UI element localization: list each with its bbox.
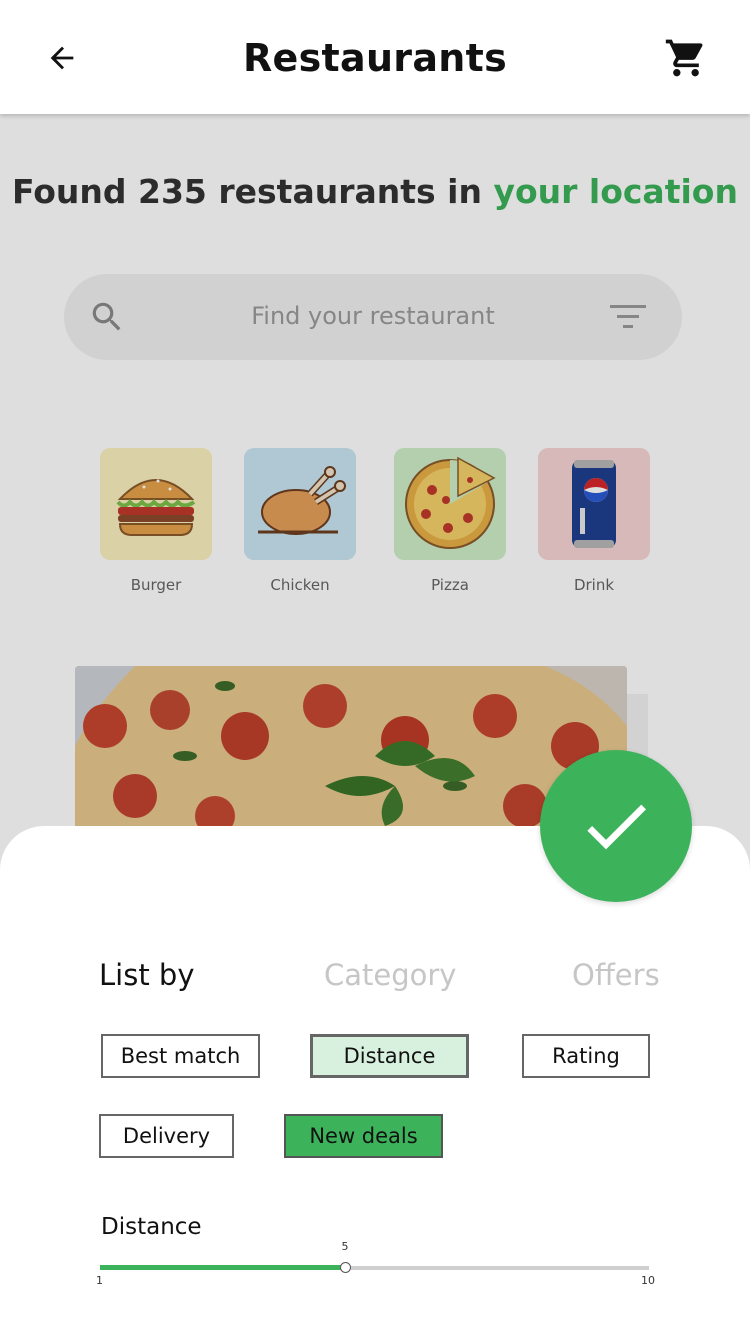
distance-label: Distance: [101, 1214, 202, 1240]
filter-bottom-sheet: List by Category Offers Best match Dista…: [0, 826, 750, 1334]
chip-distance[interactable]: Distance: [310, 1034, 469, 1078]
shopping-cart-icon: [665, 39, 703, 77]
slider-value-label: 5: [341, 1240, 349, 1253]
chip-rating[interactable]: Rating: [522, 1034, 650, 1078]
slider-min-label: 1: [96, 1274, 103, 1287]
chip-delivery[interactable]: Delivery: [99, 1114, 234, 1158]
app-bar: Restaurants: [0, 0, 750, 114]
chip-best-match[interactable]: Best match: [101, 1034, 260, 1078]
slider-fill: [100, 1265, 345, 1270]
page-title: Restaurants: [242, 36, 508, 80]
tab-offers[interactable]: Offers: [572, 958, 660, 992]
slider-thumb[interactable]: [340, 1262, 351, 1273]
distance-slider[interactable]: 5 1 10: [96, 1240, 655, 1296]
cart-button[interactable]: [662, 34, 710, 82]
tab-category[interactable]: Category: [324, 958, 456, 992]
checkmark-icon: [587, 804, 646, 850]
slider-max-label: 10: [641, 1274, 655, 1287]
chip-new-deals[interactable]: New deals: [284, 1114, 443, 1158]
apply-filters-button[interactable]: [540, 750, 692, 902]
tab-list-by[interactable]: List by: [99, 958, 194, 992]
